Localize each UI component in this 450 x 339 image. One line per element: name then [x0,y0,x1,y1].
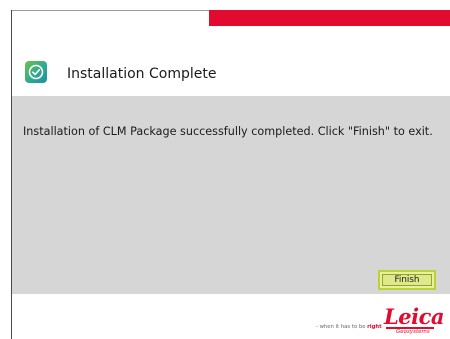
header: Installation Complete [12,26,450,96]
brand-tagline: - when it has to be right [316,324,382,330]
check-circle-icon [25,61,47,83]
installer-window: Installation Complete Installation of CL… [11,10,450,339]
logo-subtitle: Geosystems [396,329,430,335]
logo-wordmark: Leica [384,304,445,329]
footer: - when it has to be right Leica Geosyste… [12,294,450,339]
finish-button-label: Finish [382,274,432,286]
brand-accent-bar [209,10,450,26]
completion-message: Installation of CLM Package successfully… [23,125,433,138]
tagline-prefix: - when it has to be [316,324,368,330]
content-panel: Installation of CLM Package successfully… [12,96,450,294]
page-title: Installation Complete [67,66,217,82]
tagline-emphasis: right [367,324,382,330]
finish-button[interactable]: Finish [378,270,436,290]
title-divider [12,10,209,11]
leica-logo: Leica Geosystems [384,304,445,335]
